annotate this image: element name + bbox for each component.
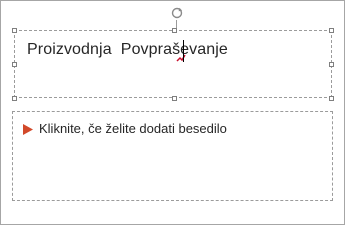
- rotate-handle-icon[interactable]: [170, 6, 184, 20]
- title-text[interactable]: Proizvodnja Povpraševanje: [27, 41, 228, 59]
- resize-handle-left[interactable]: [12, 62, 17, 67]
- resize-handle-right[interactable]: [329, 62, 334, 67]
- triangle-bullet-icon: [23, 124, 33, 135]
- text-cursor: [183, 40, 184, 62]
- resize-handle-bottom-left[interactable]: [12, 96, 17, 101]
- resize-handle-top-right[interactable]: [329, 28, 334, 33]
- body-placeholder-text[interactable]: Kliknite, če želite dodati besedilo: [39, 121, 227, 136]
- resize-handle-bottom-right[interactable]: [329, 96, 334, 101]
- spelling-squiggle-icon: [176, 54, 186, 62]
- resize-handle-bottom[interactable]: [172, 96, 177, 101]
- resize-handle-top-left[interactable]: [12, 28, 17, 33]
- resize-handle-top[interactable]: [172, 28, 177, 33]
